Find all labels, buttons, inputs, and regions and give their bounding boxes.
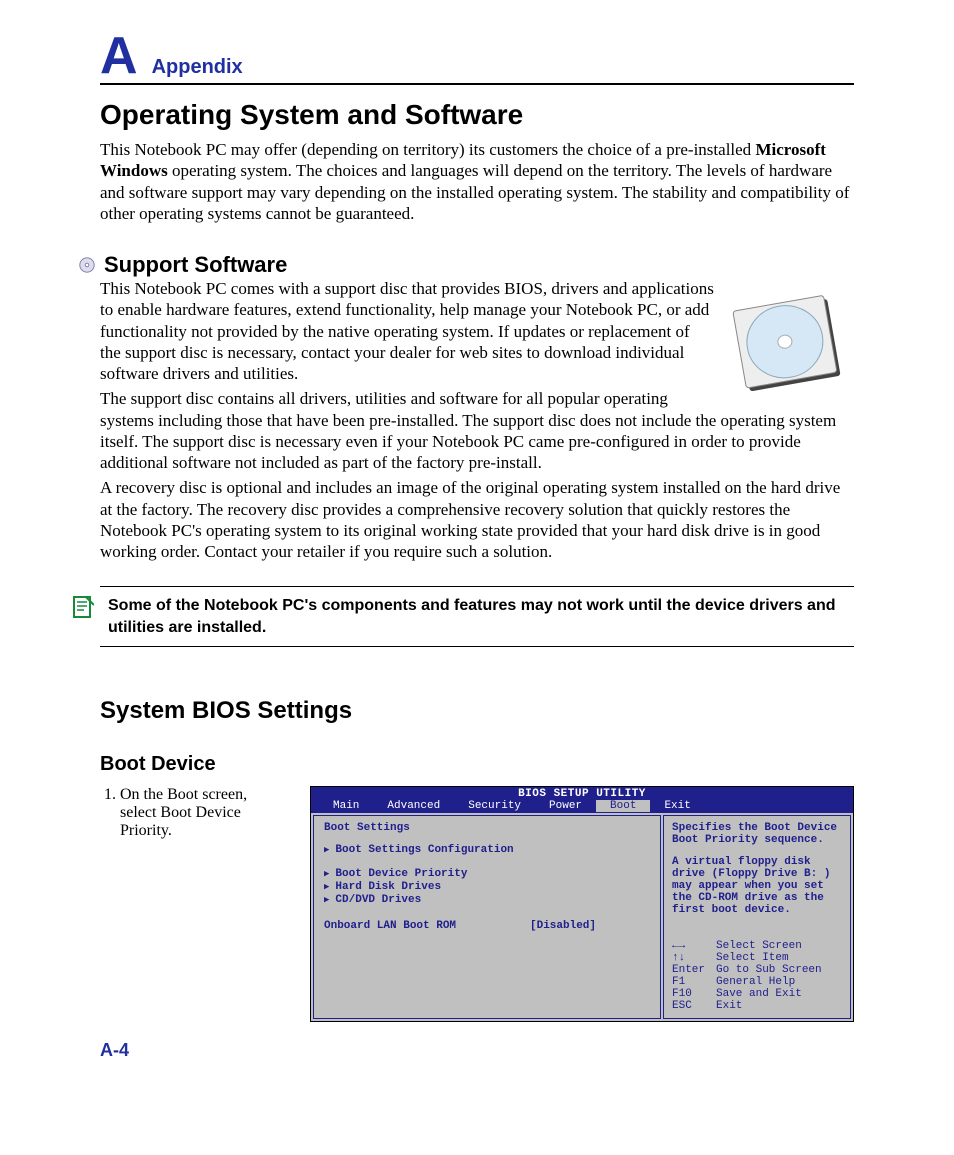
triangle-icon: ▶ — [324, 895, 329, 905]
bios-screenshot: BIOS SETUP UTILITY Main Advanced Securit… — [310, 786, 854, 1022]
disc-icon — [78, 256, 96, 274]
note-text: Some of the Notebook PC's components and… — [108, 595, 854, 638]
bios-item-cddvd: ▶ CD/DVD Drives — [324, 894, 650, 906]
key-d: Exit — [716, 1000, 742, 1012]
bios-item-label: Hard Disk Drives — [335, 881, 441, 893]
key-k: ←→ — [672, 940, 710, 952]
appendix-header: A Appendix — [100, 30, 854, 85]
bios-right-panel: Specifies the Boot Device Boot Priority … — [663, 815, 851, 1019]
key-k: Enter — [672, 964, 710, 976]
instruction-step-1: On the Boot screen, select Boot Device P… — [120, 786, 280, 840]
bios-panel-title: Boot Settings — [324, 822, 650, 834]
bios-option-value: [Disabled] — [530, 920, 650, 932]
bios-title: BIOS SETUP UTILITY — [311, 787, 853, 800]
bios-item-label: CD/DVD Drives — [335, 894, 421, 906]
triangle-icon: ▶ — [324, 869, 329, 879]
bios-item-label: Boot Device Priority — [335, 868, 467, 880]
support-p3: A recovery disc is optional and includes… — [100, 477, 854, 562]
page-title: Operating System and Software — [100, 99, 854, 131]
key-k: ESC — [672, 1000, 710, 1012]
key-k: ↑↓ — [672, 952, 710, 964]
key-k: F10 — [672, 988, 710, 1000]
bios-tab-exit: Exit — [650, 800, 704, 812]
bios-key-legend: ←→ Select Screen ↑↓ Select Item Enter Go to… — [672, 940, 842, 1012]
bios-item-priority: ▶ Boot Device Priority — [324, 868, 650, 880]
bios-tab-advanced: Advanced — [373, 800, 454, 812]
intro-text-2: operating system. The choices and langua… — [100, 161, 849, 223]
bios-tab-security: Security — [454, 800, 535, 812]
support-heading: Support Software — [104, 252, 287, 278]
key-d: General Help — [716, 976, 795, 988]
page-number: A-4 — [100, 1040, 854, 1061]
bios-tab-main: Main — [319, 800, 373, 812]
appendix-word: Appendix — [152, 56, 243, 83]
bios-item-hdd: ▶ Hard Disk Drives — [324, 881, 650, 893]
intro-text-1: This Notebook PC may offer (depending on… — [100, 140, 755, 159]
bios-tab-power: Power — [535, 800, 596, 812]
bios-section-heading: System BIOS Settings — [100, 697, 854, 725]
triangle-icon: ▶ — [324, 882, 329, 892]
bios-tab-boot: Boot — [596, 800, 650, 812]
bios-item-label: Boot Settings Configuration — [335, 844, 513, 856]
note-callout: Some of the Notebook PC's components and… — [100, 586, 854, 647]
key-k: F1 — [672, 976, 710, 988]
bios-help-2: A virtual floppy disk drive (Floppy Driv… — [672, 856, 842, 916]
instruction-text: On the Boot screen, select Boot Device P… — [100, 786, 280, 840]
cd-case-image — [724, 282, 854, 402]
bios-item-config: ▶ Boot Settings Configuration — [324, 844, 650, 856]
key-d: Select Item — [716, 952, 789, 964]
bios-tab-bar: Main Advanced Security Power Boot Exit — [311, 800, 853, 813]
appendix-letter: A — [100, 30, 138, 82]
bios-option-lanboot: Onboard LAN Boot ROM [Disabled] — [324, 920, 650, 932]
key-d: Select Screen — [716, 940, 802, 952]
key-d: Save and Exit — [716, 988, 802, 1000]
key-d: Go to Sub Screen — [716, 964, 822, 976]
bios-help-1: Specifies the Boot Device Boot Priority … — [672, 822, 842, 846]
triangle-icon: ▶ — [324, 845, 329, 855]
boot-device-heading: Boot Device — [100, 753, 854, 776]
bios-left-panel: Boot Settings ▶ Boot Settings Configurat… — [313, 815, 661, 1019]
bios-option-name: Onboard LAN Boot ROM — [324, 920, 530, 932]
note-icon — [72, 595, 94, 624]
intro-paragraph: This Notebook PC may offer (depending on… — [100, 139, 854, 224]
